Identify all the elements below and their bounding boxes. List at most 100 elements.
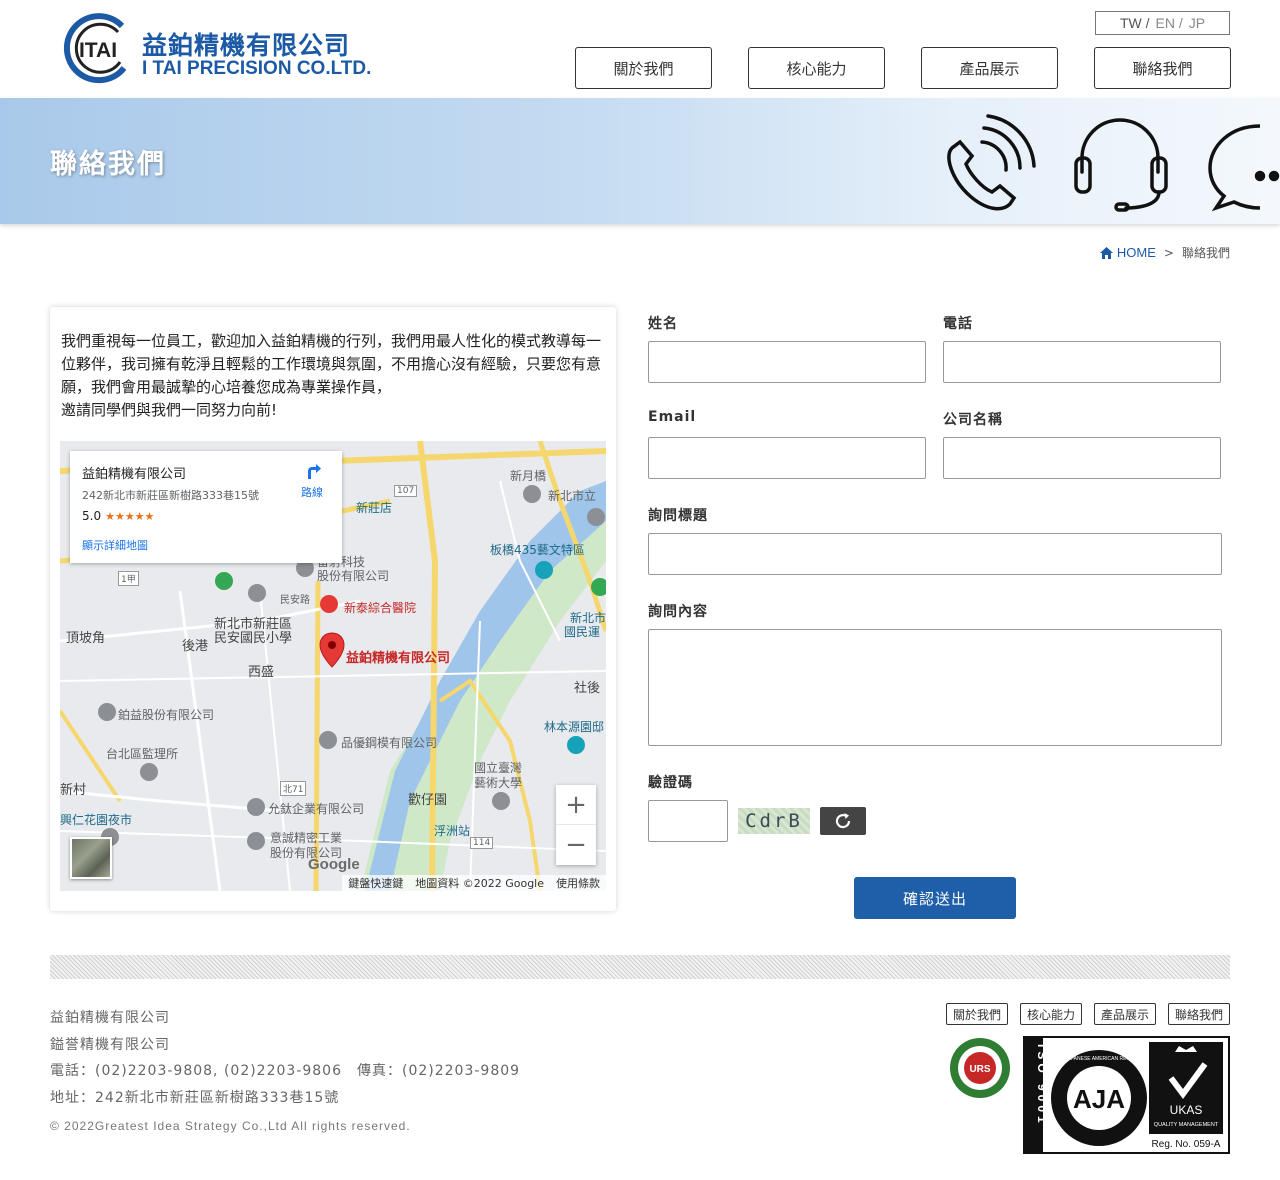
breadcrumb-home[interactable]: HOME xyxy=(1099,245,1156,260)
footer-address: 地址：242新北市新莊區新樹路333巷15號 xyxy=(50,1089,340,1106)
map-label: 新莊店 xyxy=(356,501,393,515)
map-data-credit: 地圖資料 ©2022 Google xyxy=(415,877,544,890)
iso-certification-badge: ISO 9001 AJA ANGLO JAPANESE AMERICAN REG… xyxy=(1023,1036,1230,1154)
map-label: 品優鋼模有限公司 xyxy=(341,736,438,750)
banner-title: 聯絡我們 xyxy=(50,149,166,180)
footer-nav-capabilities[interactable]: 核心能力 xyxy=(1019,1003,1082,1025)
map-label: 後港 xyxy=(182,639,209,654)
phone-label: 電話 xyxy=(943,316,973,332)
map-label: 114 xyxy=(470,837,494,849)
breadcrumb: HOME > 聯絡我們 xyxy=(1099,244,1230,261)
map-label: 民安國民小學 xyxy=(214,631,293,646)
site-header: ITAI 益鉑精機有限公司 I TAI PRECISION CO.LTD. TW… xyxy=(0,0,1280,98)
name-label: 姓名 xyxy=(648,316,678,332)
map-satellite-toggle[interactable] xyxy=(70,837,112,879)
footer-nav-contact[interactable]: 聯絡我們 xyxy=(1167,1003,1230,1025)
copyright: © 2022Greatest Idea Strategy Co.,Ltd All… xyxy=(50,1119,411,1133)
company-name-en: I TAI PRECISION CO.LTD. xyxy=(142,58,372,79)
map-label: 新月橋 xyxy=(510,469,547,483)
google-map[interactable]: 新月橋 新北市立 板橋435藝文特區 新泰綜合醫院 新北市新莊區 民安國民小學 … xyxy=(60,441,606,891)
map-label: 北71 xyxy=(280,781,307,796)
content-textarea[interactable] xyxy=(648,629,1222,746)
nav-about[interactable]: 關於我們 xyxy=(575,47,712,89)
nav-contact[interactable]: 聯絡我們 xyxy=(1094,47,1231,89)
lang-jp[interactable]: JP xyxy=(1189,15,1205,31)
map-label: 歡仔園 xyxy=(408,793,448,808)
map-info-name: 益鉑精機有限公司 xyxy=(82,467,187,482)
captcha-refresh-button[interactable] xyxy=(820,807,866,835)
main-nav: 關於我們 核心能力 產品展示 聯絡我們 xyxy=(575,47,1231,89)
map-label: 浮洲站 xyxy=(434,824,471,838)
map-directions-button[interactable]: 路線 xyxy=(294,461,330,500)
footer-contact: 電話：(02)2203-9808, (02)2203-9806 傳真：(02)2… xyxy=(50,1063,521,1079)
footer-company-1: 益鉑精機有限公司 xyxy=(50,1010,170,1026)
footer-nav-products[interactable]: 產品展示 xyxy=(1093,1003,1156,1025)
google-logo: Google xyxy=(308,856,360,873)
company-field[interactable] xyxy=(943,437,1221,479)
email-field[interactable] xyxy=(648,437,926,479)
footer-company-2: 鎰誉精機有限公司 xyxy=(50,1036,170,1053)
footer-divider xyxy=(50,955,1230,979)
submit-button[interactable]: 確認送出 xyxy=(854,877,1016,919)
company-name-cn: 益鉑精機有限公司 xyxy=(142,31,351,60)
content-label: 詢問內容 xyxy=(648,604,708,620)
map-shortcuts-link[interactable]: 鍵盤快速鍵 xyxy=(348,875,403,891)
map-label: 板橋435藝文特區 xyxy=(490,543,585,557)
phone-field[interactable] xyxy=(943,341,1221,383)
email-label: Email xyxy=(648,409,697,425)
company-logo[interactable]: ITAI 益鉑精機有限公司 I TAI PRECISION CO.LTD. xyxy=(62,12,371,86)
chat-bubble-icon xyxy=(1208,124,1280,212)
map-info-window: 益鉑精機有限公司 242新北市新莊區新樹路333巷15號 5.0 ★★★★★ 顯示… xyxy=(70,451,342,563)
urs-cert-text: URS xyxy=(969,1064,990,1075)
map-label: 1甲 xyxy=(118,571,139,586)
aja-ring-text: ANGLO JAPANESE AMERICAN REGISTRARS xyxy=(1046,1056,1153,1062)
company-label: 公司名稱 xyxy=(943,412,1003,428)
map-label: 允鈦企業有限公司 xyxy=(268,802,365,816)
reg-number: Reg. No. 059-A xyxy=(1152,1139,1221,1150)
map-label: 國民運 xyxy=(564,625,601,639)
map-label: 台北區監理所 xyxy=(106,747,179,761)
map-label: 新泰綜合醫院 xyxy=(344,601,417,615)
map-label: 興仁花園夜市 xyxy=(60,813,133,827)
map-label: 頂坡角 xyxy=(66,631,106,646)
map-label: 新北市立 xyxy=(548,489,597,503)
map-info-rating: 5.0 ★★★★★ xyxy=(82,509,154,523)
name-field[interactable] xyxy=(648,341,926,383)
breadcrumb-home-label: HOME xyxy=(1116,245,1156,260)
directions-icon xyxy=(308,464,321,479)
breadcrumb-current: 聯絡我們 xyxy=(1181,246,1230,260)
zoom-out-button[interactable]: − xyxy=(556,825,596,865)
rating-stars-icon: ★★★★★ xyxy=(105,510,155,523)
map-label: 社後 xyxy=(574,681,601,696)
nav-products[interactable]: 產品展示 xyxy=(921,47,1058,89)
captcha-image: CdrB xyxy=(738,808,810,834)
map-label: 鉑益股份有限公司 xyxy=(118,708,215,722)
map-label: 股份有限公司 xyxy=(317,569,390,583)
home-icon xyxy=(1099,246,1113,259)
subject-field[interactable] xyxy=(648,533,1222,575)
captcha-field[interactable] xyxy=(648,800,728,842)
zoom-in-button[interactable]: + xyxy=(556,785,596,825)
lang-tw[interactable]: TW / xyxy=(1120,15,1150,31)
footer-nav-about[interactable]: 關於我們 xyxy=(945,1003,1008,1025)
refresh-icon xyxy=(835,813,851,829)
ukas-cert-text: UKAS xyxy=(1170,1103,1203,1117)
intro-text: 我們重視每一位員工，歡迎加入益鉑精機的行列，我們用最人性化的模式教導每一位夥伴，… xyxy=(61,332,602,419)
map-info-address: 242新北市新莊區新樹路333巷15號 xyxy=(82,489,259,502)
info-card: 我們重視每一位員工，歡迎加入益鉑精機的行列，我們用最人性化的模式教導每一位夥伴，… xyxy=(50,307,616,911)
map-zoom-controls: + − xyxy=(556,785,596,865)
map-terms-link[interactable]: 使用條款 xyxy=(556,875,600,891)
aja-cert-text: AJA xyxy=(1073,1084,1125,1114)
language-switcher: TW / EN / JP xyxy=(1095,11,1230,35)
lang-en[interactable]: EN / xyxy=(1155,15,1182,31)
footer-nav: 關於我們 核心能力 產品展示 聯絡我們 xyxy=(945,1003,1230,1025)
map-label: 民安路 xyxy=(280,595,310,606)
footer-info: 益鉑精機有限公司 鎰誉精機有限公司 電話：(02)2203-9808, (02)… xyxy=(50,1005,520,1111)
directions-label: 路線 xyxy=(301,486,323,499)
headset-icon xyxy=(1074,118,1168,212)
nav-capabilities[interactable]: 核心能力 xyxy=(748,47,885,89)
map-larger-link[interactable]: 顯示詳細地圖 xyxy=(82,537,148,553)
iso-aja-ukas-logo: ISO 9001 AJA ANGLO JAPANESE AMERICAN REG… xyxy=(1025,1038,1223,1152)
map-label: 107 xyxy=(394,485,418,497)
map-label: 林本源園邸 xyxy=(544,720,605,734)
